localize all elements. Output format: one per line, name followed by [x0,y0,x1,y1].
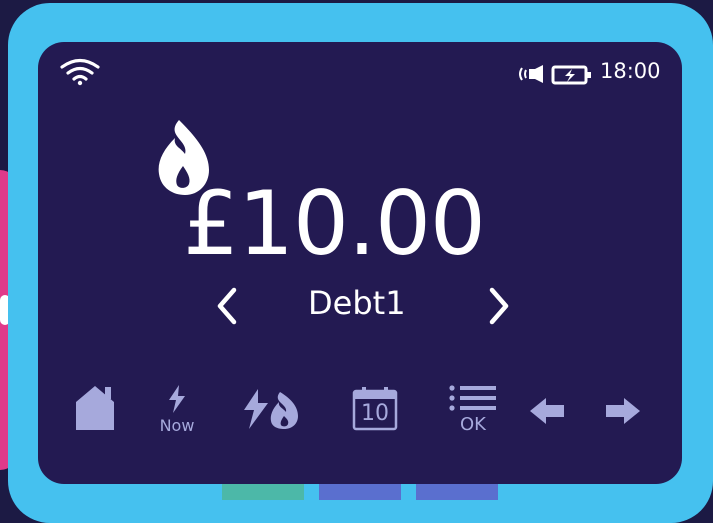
display-screen: 18:00 £10.00 Debt1 Now 10 OK [38,42,682,484]
menu-label-ok: OK [460,414,486,435]
lightning-icon [169,385,185,413]
home-icon[interactable] [74,384,116,432]
speaker-icon [519,65,543,83]
calendar-icon[interactable]: 10 [352,386,398,432]
menu-item-ok[interactable]: OK [446,384,498,440]
status-bar: 18:00 [38,42,682,102]
chevron-left-icon[interactable] [214,286,238,326]
tariff-navigator: Debt1 [38,280,682,330]
battery-charging-icon [551,65,591,85]
arrow-left-icon[interactable] [528,396,566,426]
wifi-icon [60,58,100,86]
list-icon [449,385,496,411]
menu-label-now: Now [159,416,195,435]
menu-item-now[interactable]: Now [154,384,200,440]
chevron-right-icon[interactable] [488,286,512,326]
electricity-and-gas-icon[interactable] [242,388,300,430]
calendar-day: 10 [361,401,389,426]
arrow-right-icon[interactable] [604,396,642,426]
balance-amount: £10.00 [183,172,486,275]
tariff-label: Debt1 [308,284,406,322]
menu-bar: Now 10 OK [38,384,682,444]
clock-time: 18:00 [600,59,661,83]
